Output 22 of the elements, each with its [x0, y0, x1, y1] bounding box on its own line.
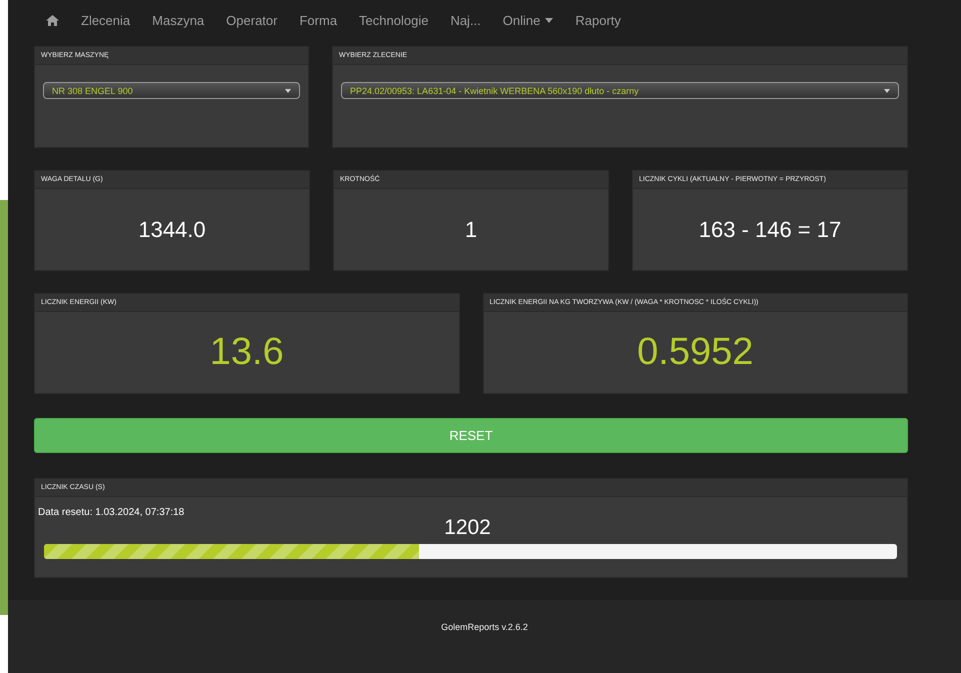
stat-value: 1 [464, 216, 478, 242]
nav-link[interactable]: Forma [299, 12, 338, 28]
reset-date: Data resetu: 1.03.2024, 07:37:18 [38, 507, 186, 518]
nav-link[interactable]: Raporty [575, 12, 621, 28]
select-dropdown[interactable]: PP24.02/00953: LA631-04 - Kwietnik WERBENA 560x190 dłuto - czarny [341, 82, 899, 99]
energy-value: 13.6 [210, 331, 284, 374]
nav-link[interactable]: Maszyna [152, 12, 204, 28]
stat-value: 163 - 146 = 17 [698, 216, 842, 242]
footer-text: GolemReports v.2.6.2 [441, 622, 528, 634]
nav-dropdown[interactable]: Online [502, 12, 554, 28]
stat-value: 1344.0 [138, 216, 206, 242]
caret-icon [545, 18, 554, 22]
nav-link[interactable]: Zlecenia [81, 12, 130, 28]
caret-icon [285, 88, 291, 92]
caret-icon [884, 88, 890, 92]
nav-link[interactable]: Naj... [450, 12, 481, 28]
nav-link[interactable]: Technologie [359, 12, 428, 28]
timer-value: 1202 [444, 516, 491, 539]
energy-value: 0.5952 [637, 331, 754, 374]
select-dropdown[interactable]: NR 308 ENGEL 900 [43, 82, 300, 99]
home-icon[interactable] [46, 14, 59, 26]
nav-link[interactable]: Operator [226, 12, 278, 28]
